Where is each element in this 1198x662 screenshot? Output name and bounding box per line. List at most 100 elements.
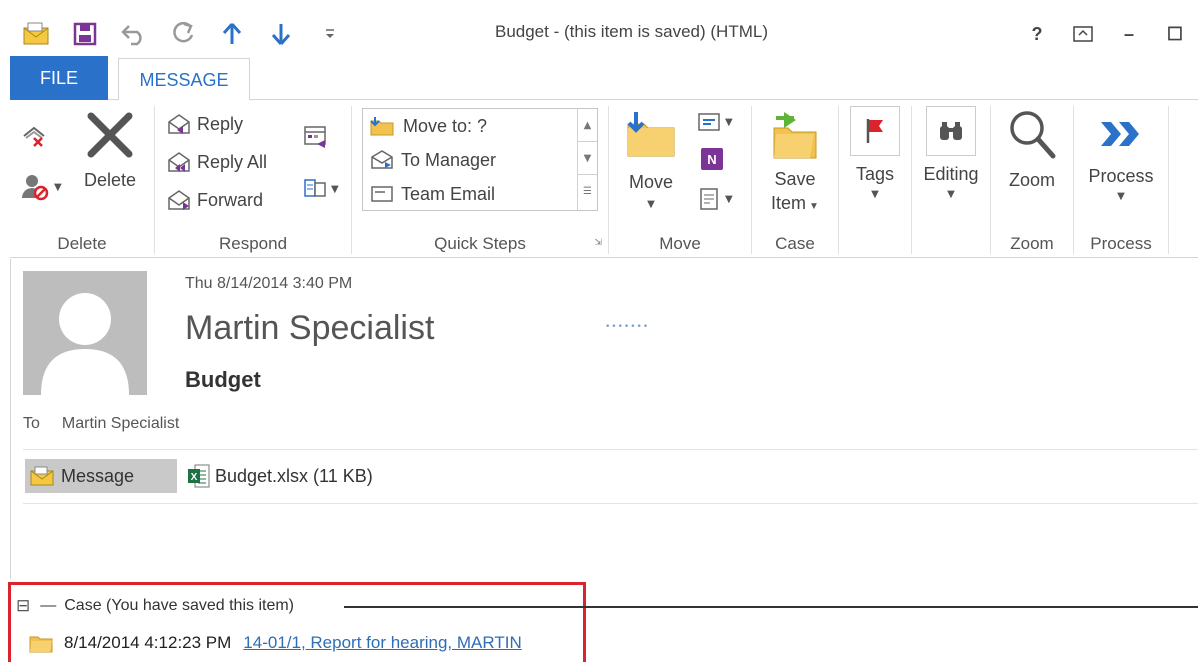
delete-x-icon xyxy=(87,112,133,158)
message-date: Thu 8/14/2014 3:40 PM xyxy=(185,275,353,292)
case-panel-header: ⊟ — Case (You have saved this item) xyxy=(16,596,294,616)
maximize-button[interactable]: ☐ xyxy=(1152,20,1198,48)
quick-step-to-manager-label: To Manager xyxy=(401,149,497,170)
quick-steps-gallery: Move to: ? To Manager Team Email ▲ ▼ ☰ xyxy=(362,108,598,211)
quick-steps-scrollbar[interactable]: ▲ ▼ ☰ xyxy=(577,109,597,210)
dialog-launcher-icon[interactable]: ⇲ xyxy=(594,238,602,248)
forward-button[interactable]: Forward xyxy=(165,188,263,212)
header-dash: — xyxy=(40,597,57,614)
excel-file-icon: X xyxy=(188,464,210,488)
ignore-icon[interactable] xyxy=(20,122,48,152)
scroll-up-icon[interactable]: ▲ xyxy=(578,109,597,142)
ribbon-display-options-icon[interactable] xyxy=(1060,20,1106,48)
separator xyxy=(1168,106,1169,254)
move-dropdown-icon: ▼ xyxy=(647,199,655,210)
respond-group-label: Respond xyxy=(218,234,288,253)
respond-group: Reply Reply All Forward ▼ Respond xyxy=(155,100,351,258)
quick-step-to-manager[interactable]: To Manager xyxy=(369,145,496,175)
binoculars-icon xyxy=(926,106,976,156)
delete-button[interactable]: Delete xyxy=(80,110,140,191)
tags-dropdown-icon: ▼ xyxy=(871,189,879,200)
reply-button[interactable]: Reply xyxy=(165,112,243,136)
meeting-icon[interactable] xyxy=(303,124,329,154)
save-item-dropdown-icon: ▼ xyxy=(809,201,819,212)
attachment-bar: Message X Budget.xlsx (11 KB) xyxy=(25,459,373,493)
actions-icon[interactable]: ▼ xyxy=(695,186,733,212)
editing-button[interactable]: Editing ▼ xyxy=(916,106,986,200)
process-chevrons-icon xyxy=(1101,122,1139,146)
rules-dropdown-icon: ▼ xyxy=(725,116,733,128)
reply-all-icon xyxy=(168,152,190,172)
case-panel-title: Case (You have saved this item) xyxy=(64,597,294,614)
more-respond-icon[interactable]: ▼ xyxy=(303,176,339,202)
forward-icon xyxy=(168,190,190,210)
save-item-button[interactable]: Save Item ▼ xyxy=(762,108,828,218)
envelope-forward-icon xyxy=(371,150,393,169)
magnifier-icon xyxy=(1010,111,1056,159)
to-recipient[interactable]: Martin Specialist xyxy=(62,415,179,432)
delete-button-label: Delete xyxy=(83,170,137,190)
tab-file[interactable]: FILE xyxy=(10,56,108,100)
window-controls: ? – ☐ xyxy=(1014,20,1198,48)
forward-label: Forward xyxy=(197,189,264,210)
quick-steps-group-label: Quick Steps xyxy=(434,234,526,253)
tags-button[interactable]: Tags ▼ xyxy=(847,106,903,200)
process-group: Process ▼ Process xyxy=(1074,100,1168,258)
reply-all-button[interactable]: Reply All xyxy=(165,150,267,174)
editing-button-label: Editing xyxy=(923,164,979,184)
move-button[interactable]: Move ▼ xyxy=(619,110,683,210)
attachment-file[interactable]: X Budget.xlsx (11 KB) xyxy=(187,463,373,489)
move-button-label: Move xyxy=(628,172,673,192)
reply-all-label: Reply All xyxy=(197,151,268,172)
onenote-icon[interactable]: N xyxy=(699,146,725,176)
editing-group: Editing ▼ xyxy=(912,100,990,258)
case-entry-link[interactable]: 14-01/1, Report for hearing, MARTIN xyxy=(243,633,521,653)
case-header-rule xyxy=(344,606,1198,608)
expand-gallery-icon[interactable]: ☰ xyxy=(578,175,597,208)
person-silhouette-icon xyxy=(41,293,129,395)
rules-icon[interactable]: ▼ xyxy=(695,110,733,134)
tab-message[interactable]: MESSAGE xyxy=(118,58,250,101)
zoom-button-label: Zoom xyxy=(1008,170,1055,190)
editing-dropdown-icon: ▼ xyxy=(947,189,955,200)
attachment-message-tab[interactable]: Message xyxy=(25,459,177,493)
actions-dropdown-icon: ▼ xyxy=(725,193,733,205)
junk-dropdown-icon: ▼ xyxy=(54,181,62,193)
process-dropdown-icon: ▼ xyxy=(1117,191,1125,202)
quick-step-move-to-label: Move to: ? xyxy=(403,115,488,136)
svg-text:X: X xyxy=(191,472,198,483)
delete-group: ▼ Delete Delete xyxy=(10,100,154,258)
divider xyxy=(23,503,1198,504)
quick-step-team-email[interactable]: Team Email xyxy=(369,179,495,209)
attachment-message-label: Message xyxy=(61,465,135,486)
more-respond-dropdown-icon: ▼ xyxy=(331,183,339,195)
tags-group: Tags ▼ xyxy=(839,100,911,258)
message-header: Thu 8/14/2014 3:40 PM Martin Specialist … xyxy=(10,259,1198,579)
title-bar: Budget - (this item is saved) (HTML) ? –… xyxy=(0,0,1198,56)
scroll-down-icon[interactable]: ▼ xyxy=(578,142,597,175)
zoom-group: Zoom Zoom xyxy=(991,100,1073,258)
save-item-label-line2: Item xyxy=(771,193,807,213)
quick-step-team-email-label: Team Email xyxy=(401,183,496,204)
junk-icon[interactable]: ▼ xyxy=(20,172,62,202)
collapse-icon[interactable]: ⊟ xyxy=(16,596,30,616)
zoom-button[interactable]: Zoom xyxy=(997,108,1067,191)
message-subject: Budget xyxy=(185,367,261,392)
move-folder-icon xyxy=(627,112,675,157)
case-folder-icon xyxy=(29,636,53,653)
attachment-file-label: Budget.xlsx (11 KB) xyxy=(215,465,373,486)
quick-step-move-to[interactable]: Move to: ? xyxy=(369,111,487,141)
ribbon: ▼ Delete Delete Reply Reply All Forward … xyxy=(10,100,1198,258)
svg-text:N: N xyxy=(707,152,716,167)
avatar xyxy=(23,271,147,395)
sender-name[interactable]: Martin Specialist xyxy=(185,309,434,348)
minimize-button[interactable]: – xyxy=(1106,20,1152,48)
pane-splitter-handle[interactable]: ••••••• xyxy=(605,322,648,332)
case-entry-timestamp: 8/14/2014 4:12:23 PM xyxy=(64,633,232,652)
case-group: Save Item ▼ Case xyxy=(752,100,838,258)
flag-icon xyxy=(850,106,900,156)
move-group-label: Move xyxy=(659,234,701,253)
process-button[interactable]: Process ▼ xyxy=(1078,112,1164,202)
help-button[interactable]: ? xyxy=(1014,20,1060,48)
divider xyxy=(23,449,1198,450)
